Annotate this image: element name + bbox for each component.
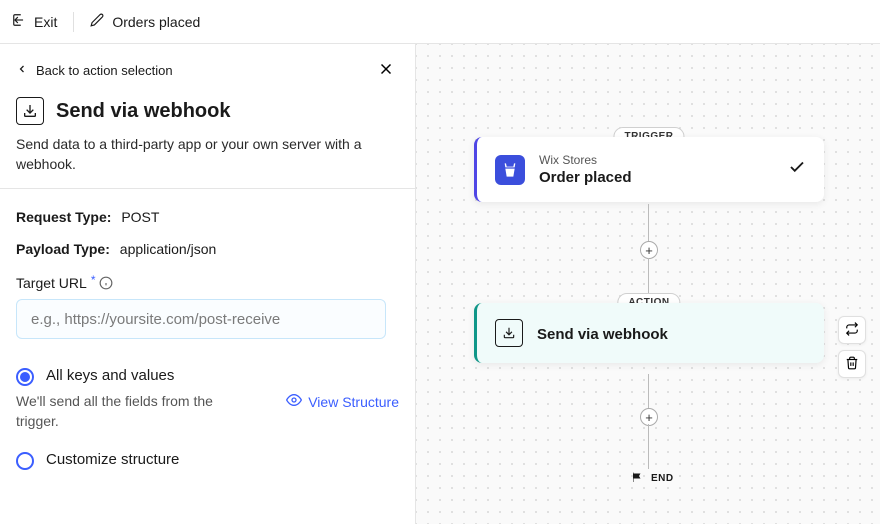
- radio-checked-icon: [16, 368, 34, 386]
- trigger-node[interactable]: Wix Stores Order placed: [474, 137, 824, 202]
- request-type-value: POST: [121, 209, 159, 225]
- payload-type-value: application/json: [120, 241, 217, 257]
- close-icon: [377, 66, 395, 81]
- automation-title-label: Orders placed: [112, 14, 200, 30]
- chevron-left-icon: [16, 63, 28, 78]
- exit-icon: [12, 13, 26, 30]
- radio-all-label: All keys and values: [46, 367, 174, 384]
- add-step-button[interactable]: +: [640, 408, 658, 426]
- exit-label: Exit: [34, 14, 57, 30]
- action-title: Send via webhook: [537, 326, 806, 343]
- info-icon[interactable]: [99, 276, 113, 290]
- end-label: END: [651, 473, 674, 484]
- view-structure-label: View Structure: [308, 394, 399, 410]
- check-icon: [788, 158, 806, 181]
- back-button[interactable]: Back to action selection: [16, 63, 173, 78]
- refresh-icon: [845, 322, 859, 339]
- pencil-icon: [90, 13, 104, 30]
- webhook-icon: [495, 319, 523, 347]
- add-step-button[interactable]: +: [640, 241, 658, 259]
- config-sidebar: Back to action selection Send via webhoo…: [0, 44, 416, 524]
- refresh-button[interactable]: [838, 316, 866, 344]
- connector-line: [648, 374, 649, 409]
- payload-type-label: Payload Type:: [16, 241, 110, 257]
- radio-customize-label: Customize structure: [46, 451, 179, 468]
- radio-unchecked-icon: [16, 452, 34, 470]
- action-node[interactable]: Send via webhook: [474, 303, 824, 363]
- target-url-label: Target URL: [16, 275, 87, 291]
- connector-line: [648, 424, 649, 469]
- radio-all-description: We'll send all the fields from the trigg…: [16, 392, 226, 431]
- target-url-input[interactable]: [16, 299, 386, 339]
- page-description: Send data to a third-party app or your o…: [16, 135, 399, 174]
- trigger-title: Order placed: [539, 169, 774, 186]
- webhook-icon: [16, 97, 44, 125]
- request-type-label: Request Type:: [16, 209, 111, 225]
- view-structure-button[interactable]: View Structure: [286, 392, 399, 411]
- back-label: Back to action selection: [36, 63, 173, 78]
- close-button[interactable]: [373, 56, 399, 85]
- flag-icon: [631, 471, 643, 486]
- radio-customize[interactable]: Customize structure: [16, 451, 399, 470]
- eye-icon: [286, 392, 302, 411]
- delete-button[interactable]: [838, 350, 866, 378]
- wix-stores-icon: [495, 155, 525, 185]
- trigger-subtitle: Wix Stores: [539, 153, 774, 167]
- flow-canvas[interactable]: TRIGGER Wix Stores Order placed + ACTION…: [416, 44, 880, 524]
- automation-title-button[interactable]: Orders placed: [90, 9, 200, 34]
- page-title: Send via webhook: [56, 100, 230, 123]
- connector-line: [648, 204, 649, 244]
- divider: [73, 12, 74, 32]
- trash-icon: [845, 356, 859, 373]
- exit-button[interactable]: Exit: [12, 9, 57, 34]
- required-indicator: *: [91, 273, 96, 287]
- end-marker: END: [631, 471, 674, 486]
- radio-all-keys[interactable]: All keys and values: [16, 367, 399, 386]
- connector-line: [648, 258, 649, 296]
